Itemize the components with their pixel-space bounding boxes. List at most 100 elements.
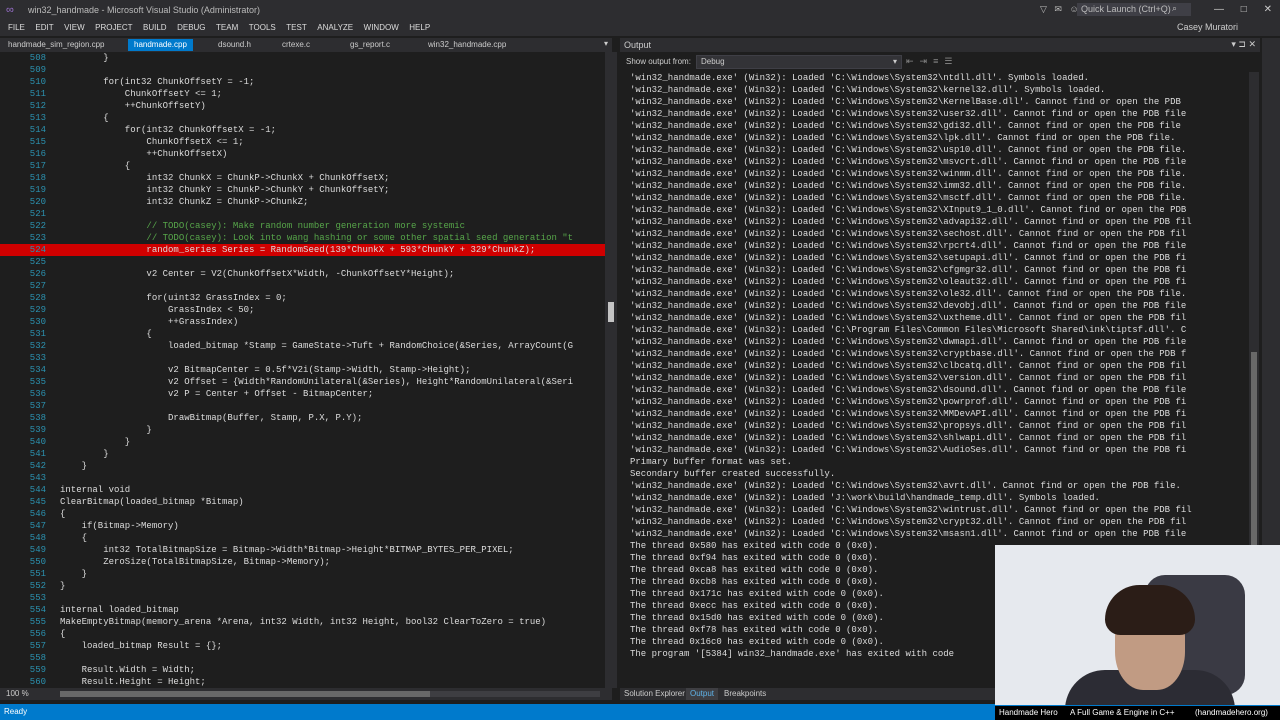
code-line[interactable]: 512 ++ChunkOffsetY) (0, 100, 605, 112)
caption-left: Handmade Hero (999, 708, 1058, 717)
code-line[interactable]: 520 int32 ChunkZ = ChunkP->ChunkZ; (0, 196, 605, 208)
code-line[interactable]: 538 DrawBitmap(Buffer, Stamp, P.X, P.Y); (0, 412, 605, 424)
menu-edit[interactable]: EDIT (35, 20, 53, 36)
output-source-select[interactable]: Debug ▾ (696, 55, 902, 69)
tab-output[interactable]: Output (686, 688, 719, 700)
menu-build[interactable]: BUILD (143, 20, 167, 36)
code-line[interactable]: 515 ChunkOffsetX <= 1; (0, 136, 605, 148)
code-line[interactable]: 529 GrassIndex < 50; (0, 304, 605, 316)
tab-handmade-sim-region[interactable]: handmade_sim_region.cpp (2, 39, 111, 51)
code-line[interactable]: 528 for(uint32 GrassIndex = 0; (0, 292, 605, 304)
code-line[interactable]: 516 ++ChunkOffsetX) (0, 148, 605, 160)
code-line[interactable]: 523 // TODO(casey): Look into wang hashi… (0, 232, 605, 244)
code-line[interactable]: 514 for(int32 ChunkOffsetX = -1; (0, 124, 605, 136)
tab-breakpoints[interactable]: Breakpoints (720, 688, 770, 700)
code-line[interactable]: 546 { (0, 508, 605, 520)
notification-icons[interactable]: ▽ ✉ ☺ (1040, 4, 1079, 15)
code-line[interactable]: 525 (0, 256, 605, 268)
menu-help[interactable]: HELP (409, 20, 430, 36)
code-line[interactable]: 509 (0, 64, 605, 76)
editor-vertical-scrollbar[interactable] (605, 52, 617, 688)
code-line[interactable]: 518 int32 ChunkX = ChunkP->ChunkX + Chun… (0, 172, 605, 184)
output-line: 'win32_handmade.exe' (Win32): Loaded 'C:… (630, 253, 1187, 263)
code-line[interactable]: 555 MakeEmptyBitmap(memory_arena *Arena, … (0, 616, 605, 628)
zoom-level[interactable]: 100 % (6, 688, 29, 700)
code-line[interactable]: 558 (0, 652, 605, 664)
editor-horizontal-scrollbar[interactable] (60, 691, 600, 697)
tab-dsound-h[interactable]: dsound.h (212, 39, 257, 51)
code-line[interactable]: 556 { (0, 628, 605, 640)
menu-debug[interactable]: DEBUG (177, 20, 205, 36)
tab-handmade-cpp[interactable]: handmade.cpp (128, 39, 193, 51)
code-line[interactable]: 544 internal void (0, 484, 605, 496)
code-line[interactable]: 560 Result.Height = Height; (0, 676, 605, 688)
tab-dropdown-icon[interactable]: ▾ (604, 39, 608, 48)
tab-crtexe-c[interactable]: crtexe.c (276, 39, 316, 51)
code-line[interactable]: 511 ChunkOffsetY <= 1; (0, 88, 605, 100)
scrollbar-thumb[interactable] (60, 691, 430, 697)
code-line[interactable]: 517 { (0, 160, 605, 172)
code-line[interactable]: 535 v2 Offset = {Width*RandomUnilateral(… (0, 376, 605, 388)
output-line: 'win32_handmade.exe' (Win32): Loaded 'C:… (630, 265, 1187, 275)
code-line[interactable]: 559 Result.Width = Width; (0, 664, 605, 676)
code-line[interactable]: 553 (0, 592, 605, 604)
code-text: int32 ChunkX = ChunkP->ChunkX + ChunkOff… (60, 173, 390, 183)
code-editor[interactable]: 508 } 509 510 for(int32 ChunkOffsetY = -1;… (0, 52, 605, 688)
menu-tools[interactable]: TOOLS (249, 20, 276, 36)
line-number: 520 (29, 197, 46, 207)
code-line[interactable]: 537 (0, 400, 605, 412)
code-line[interactable]: 524 random_series Series = RandomSeed(13… (0, 244, 605, 256)
code-line[interactable]: 527 (0, 280, 605, 292)
code-line[interactable]: 534 v2 BitmapCenter = 0.5f*V2i(Stamp->Wi… (0, 364, 605, 376)
line-number: 515 (29, 137, 46, 147)
tab-win32-handmade[interactable]: win32_handmade.cpp (422, 39, 512, 51)
output-line: 'win32_handmade.exe' (Win32): Loaded 'C:… (630, 433, 1187, 443)
window-controls[interactable]: — □ ✕ (1200, 4, 1272, 15)
menu-test[interactable]: TEST (286, 20, 306, 36)
code-line[interactable]: 543 (0, 472, 605, 484)
code-line[interactable]: 531 { (0, 328, 605, 340)
code-line[interactable]: 533 (0, 352, 605, 364)
code-line[interactable]: 550 ZeroSize(TotalBitmapSize, Bitmap->Me… (0, 556, 605, 568)
code-line[interactable]: 551 } (0, 568, 605, 580)
user-name[interactable]: Casey Muratori (1177, 22, 1238, 32)
code-line[interactable]: 522 // TODO(casey): Make random number g… (0, 220, 605, 232)
code-line[interactable]: 557 loaded_bitmap Result = {}; (0, 640, 605, 652)
code-line[interactable]: 545 ClearBitmap(loaded_bitmap *Bitmap) (0, 496, 605, 508)
panel-controls[interactable]: ▾ ⊐ ✕ (1231, 39, 1256, 50)
menu-team[interactable]: TEAM (216, 20, 238, 36)
code-line[interactable]: 526 v2 Center = V2(ChunkOffsetX*Width, -… (0, 268, 605, 280)
tab-solution-explorer[interactable]: Solution Explorer (620, 688, 689, 700)
menu-view[interactable]: VIEW (64, 20, 84, 36)
output-line: 'win32_handmade.exe' (Win32): Loaded 'J:… (630, 493, 1100, 503)
code-line[interactable]: 547 if(Bitmap->Memory) (0, 520, 605, 532)
code-line[interactable]: 536 v2 P = Center + Offset - BitmapCente… (0, 388, 605, 400)
menu-analyze[interactable]: ANALYZE (317, 20, 353, 36)
line-number: 551 (29, 569, 46, 579)
maximize-icon[interactable]: □ (1241, 4, 1247, 15)
code-line[interactable]: 554 internal loaded_bitmap (0, 604, 605, 616)
code-line[interactable]: 521 (0, 208, 605, 220)
menu-project[interactable]: PROJECT (95, 20, 132, 36)
tab-gs-report-c[interactable]: gs_report.c (344, 39, 396, 51)
code-line[interactable]: 532 loaded_bitmap *Stamp = GameState->Tu… (0, 340, 605, 352)
code-line[interactable]: 542 } (0, 460, 605, 472)
code-line[interactable]: 508 } (0, 52, 605, 64)
menu-window[interactable]: WINDOW (364, 20, 399, 36)
menu-file[interactable]: FILE (8, 20, 25, 36)
scrollbar-thumb[interactable] (608, 302, 614, 322)
code-line[interactable]: 510 for(int32 ChunkOffsetY = -1; (0, 76, 605, 88)
code-line[interactable]: 519 int32 ChunkY = ChunkP->ChunkY + Chun… (0, 184, 605, 196)
code-line[interactable]: 513 { (0, 112, 605, 124)
code-line[interactable]: 539 } (0, 424, 605, 436)
code-line[interactable]: 552} (0, 580, 605, 592)
code-line[interactable]: 541 } (0, 448, 605, 460)
code-line[interactable]: 540 } (0, 436, 605, 448)
close-icon[interactable]: ✕ (1264, 4, 1272, 15)
output-tool-icons[interactable]: ⇤⇥≡☰ (906, 56, 958, 67)
code-line[interactable]: 549 int32 TotalBitmapSize = Bitmap->Widt… (0, 544, 605, 556)
search-icon[interactable]: ⌕ (1172, 3, 1177, 14)
code-line[interactable]: 530 ++GrassIndex) (0, 316, 605, 328)
code-line[interactable]: 548 { (0, 532, 605, 544)
minimize-icon[interactable]: — (1214, 4, 1224, 15)
